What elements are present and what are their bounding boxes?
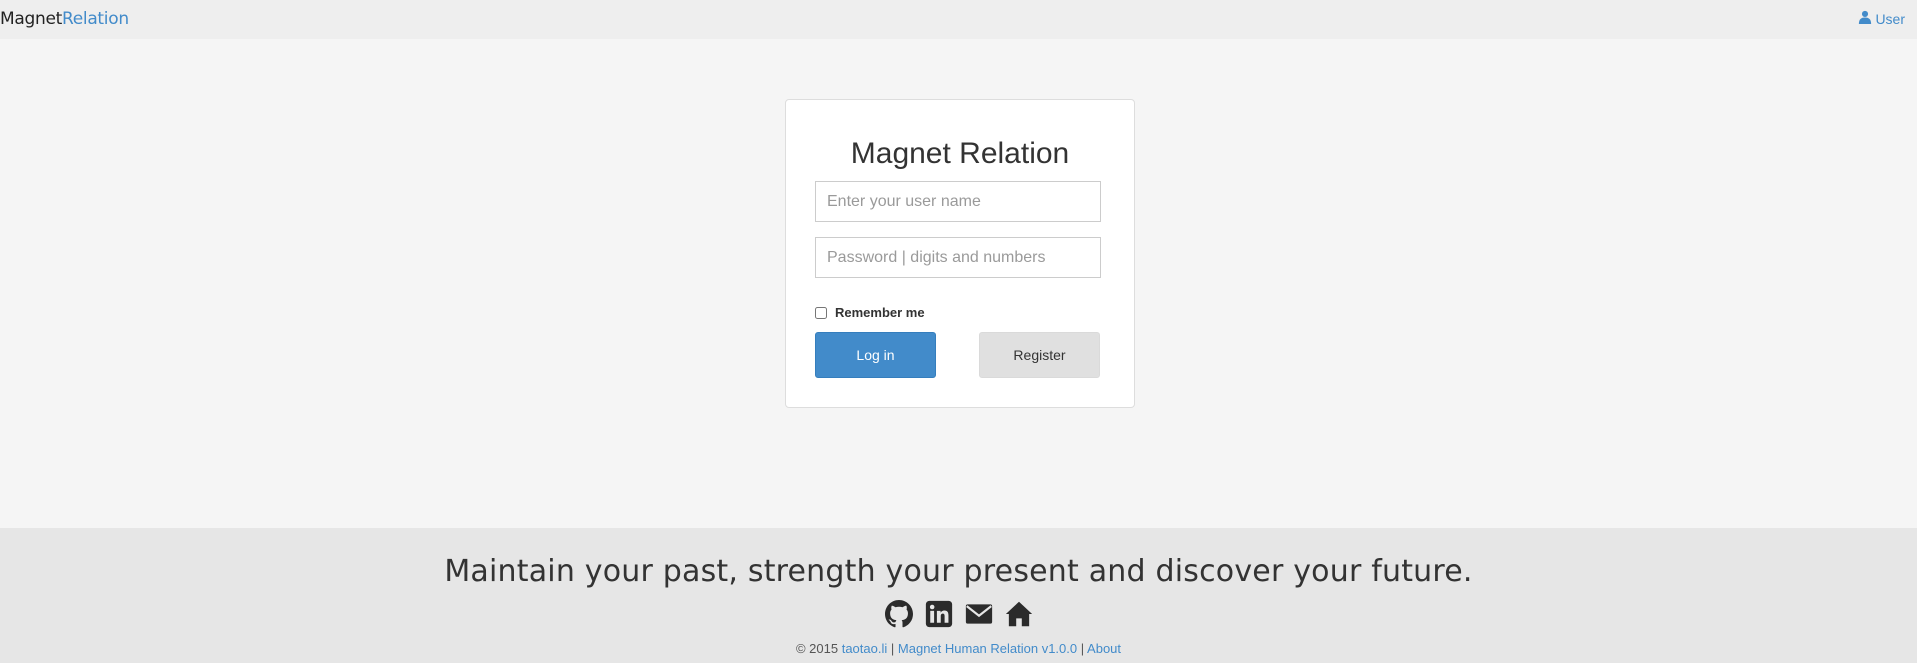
linkedin-icon[interactable] (925, 600, 953, 628)
register-button[interactable]: Register (979, 332, 1100, 378)
brand-logo[interactable]: MagnetRelation (0, 9, 129, 29)
remember-me[interactable]: Remember me (815, 305, 925, 320)
brand-part-2: Relation (61, 9, 129, 29)
envelope-icon[interactable] (965, 600, 993, 628)
footer-slogan: Maintain your past, strength your presen… (444, 554, 1473, 589)
login-button[interactable]: Log in (815, 332, 936, 378)
site-link[interactable]: taotao.li (842, 641, 888, 656)
login-title: Magnet Relation (850, 137, 1070, 170)
brand-part-1: Magnet (0, 9, 62, 29)
social-links (0, 600, 1917, 628)
github-icon[interactable] (884, 600, 913, 628)
about-link[interactable]: About (1087, 641, 1121, 656)
navbar: MagnetRelation User (0, 0, 1917, 39)
username-input[interactable] (815, 181, 1101, 222)
separator: | (890, 641, 895, 656)
separator: | (1080, 641, 1085, 656)
password-input[interactable] (815, 237, 1101, 278)
copyright-prefix: © 2015 (795, 641, 839, 656)
copyright-line: © 2015 taotao.li | Magnet Human Relation… (0, 641, 1917, 656)
user-link-label: User (1875, 10, 1905, 27)
user-menu-link[interactable]: User (1858, 10, 1905, 27)
home-icon[interactable] (1005, 600, 1033, 628)
footer: Maintain your past, strength your presen… (0, 528, 1917, 663)
app-version-link[interactable]: Magnet Human Relation v1.0.0 (898, 641, 1077, 656)
remember-me-checkbox[interactable] (815, 306, 827, 319)
user-icon (1858, 10, 1872, 27)
login-panel: Magnet Relation Remember me Log in Regis… (785, 99, 1135, 408)
remember-me-label: Remember me (835, 305, 925, 320)
